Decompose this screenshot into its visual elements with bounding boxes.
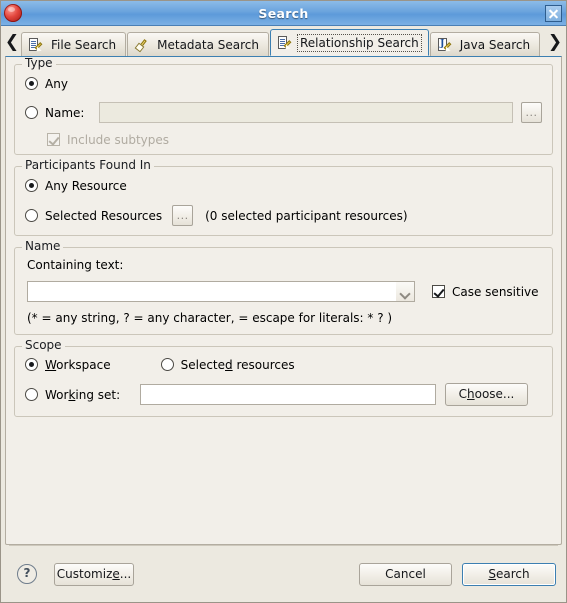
scope-workspace-mnemonic: W	[45, 357, 57, 372]
tab-java-search-label: Java Search	[459, 37, 531, 52]
close-icon[interactable]	[545, 4, 562, 22]
name-pattern-hint: (* = any string, ? = any character, = es…	[27, 311, 393, 325]
containing-text-input[interactable]	[27, 281, 396, 302]
java-search-icon: J	[437, 37, 454, 53]
tab-relationship-search[interactable]: Relationship Search	[270, 29, 429, 56]
type-name-input[interactable]	[99, 102, 513, 123]
scope-selected-resources-label: Selected resources	[180, 357, 295, 372]
include-subtypes-label: Include subtypes	[67, 132, 170, 147]
cancel-button[interactable]: Cancel	[359, 562, 452, 586]
tab-metadata-search[interactable]: Metadata Search	[127, 32, 269, 56]
tab-relationship-search-label: Relationship Search	[297, 33, 422, 52]
type-any-label: Any	[45, 76, 68, 91]
type-group-legend: Type	[22, 57, 56, 69]
tab-panel-relationship-search: Type Any Name: ... Include subtypes Part…	[5, 56, 562, 545]
participants-group: Participants Found In Any Resource Selec…	[14, 159, 553, 236]
choose-button[interactable]: Choose...	[445, 383, 528, 406]
help-icon[interactable]: ?	[17, 564, 37, 584]
type-name-radio[interactable]	[25, 106, 38, 119]
participants-any-resource-radio[interactable]	[25, 179, 38, 192]
participants-count-text: (0 selected participant resources)	[205, 208, 408, 223]
case-sensitive-checkbox[interactable]	[432, 285, 445, 298]
participants-browse-button[interactable]: ...	[172, 205, 194, 226]
scope-workspace-radio[interactable]	[25, 358, 38, 371]
scope-selected-resources-radio[interactable]	[160, 358, 174, 371]
tab-metadata-search-label: Metadata Search	[157, 37, 259, 52]
tab-java-search[interactable]: J Java Search	[429, 32, 541, 56]
scope-working-set-radio[interactable]	[25, 388, 38, 401]
chevron-down-icon[interactable]	[396, 281, 415, 302]
relationship-search-icon	[278, 35, 294, 51]
participants-group-legend: Participants Found In	[22, 159, 154, 171]
scope-group: Scope Workspace Selected resources Worki…	[14, 339, 553, 417]
titlebar: Search	[1, 1, 566, 26]
name-group: Name Containing text: Case sensitive (* …	[14, 240, 553, 335]
participants-selected-resources-label: Selected Resources	[45, 208, 163, 223]
customize-button[interactable]: Customize...	[54, 562, 134, 586]
search-button[interactable]: Search	[462, 562, 556, 586]
name-group-legend: Name	[22, 240, 64, 252]
scope-working-set-label: Working set:	[45, 387, 121, 402]
type-group: Type Any Name: ... Include subtypes	[14, 57, 553, 155]
tab-scroll-right-button[interactable]: ❯	[546, 28, 564, 56]
case-sensitive-label: Case sensitive	[452, 284, 539, 299]
type-name-label: Name:	[45, 105, 85, 120]
working-set-input[interactable]	[140, 384, 436, 405]
tab-file-search[interactable]: File Search	[21, 32, 127, 56]
scope-group-legend: Scope	[22, 339, 65, 351]
containing-text-label: Containing text:	[27, 258, 124, 272]
scope-workspace-label: Workspace	[45, 359, 111, 371]
tab-bar: ❮ File Search Metadata Search Relationsh…	[1, 26, 566, 56]
type-name-browse-button[interactable]: ...	[521, 102, 542, 123]
participants-selected-resources-radio[interactable]	[25, 209, 38, 222]
scope-workspace-label-rest: orkspace	[56, 357, 111, 372]
metadata-search-icon	[135, 37, 151, 53]
include-subtypes-checkbox[interactable]	[47, 133, 60, 146]
search-dialog: Search ❮ File Search Metadata Search Rel…	[0, 0, 567, 603]
type-any-radio[interactable]	[25, 77, 38, 90]
app-icon	[4, 4, 22, 22]
file-search-icon	[29, 37, 45, 53]
tab-file-search-label: File Search	[51, 37, 117, 52]
window-title: Search	[258, 5, 309, 21]
tab-scroll-left-button[interactable]: ❮	[3, 28, 21, 56]
participants-any-resource-label: Any Resource	[45, 178, 127, 193]
dialog-button-bar: ? Customize... Cancel Search	[1, 546, 566, 602]
